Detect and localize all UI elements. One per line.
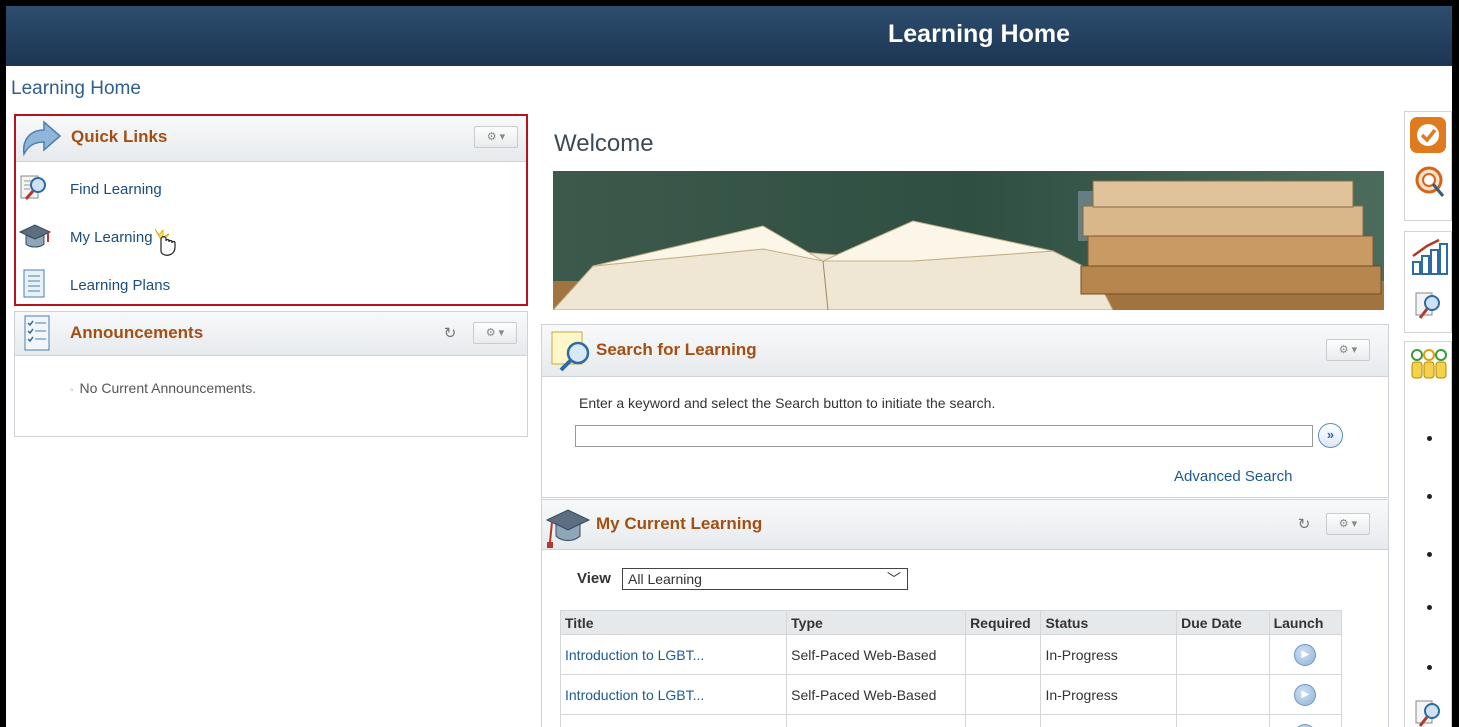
quick-link-label: Learning Plans [70, 276, 171, 294]
search-header: Search for Learning ⚙ ▾ [542, 325, 1388, 377]
view-label: View [577, 570, 611, 587]
rail-bullet[interactable] [1427, 665, 1432, 670]
page-breadcrumb: Learning Home [11, 78, 141, 99]
welcome-banner-image [553, 171, 1384, 310]
table-row: ▶ [559, 714, 1343, 727]
magnifier-page-icon [18, 172, 52, 207]
column-header-type[interactable]: Type [786, 610, 967, 635]
right-side-rail [1404, 111, 1452, 727]
course-required [965, 674, 1042, 715]
column-header-launch: Launch [1268, 610, 1343, 635]
rail-bullet[interactable] [1427, 436, 1432, 441]
welcome-heading: Welcome [554, 130, 654, 157]
current-learning-options-button[interactable]: ⚙ ▾ [1326, 513, 1370, 535]
course-type: Self-Paced Web-Based [786, 634, 967, 675]
refresh-icon[interactable]: ↻ [1296, 515, 1312, 533]
column-header-due-date[interactable]: Due Date [1176, 610, 1270, 635]
bar-chart-icon[interactable] [1411, 236, 1449, 279]
graduation-cap-icon [18, 220, 52, 255]
course-type: Self-Paced Web-Based [786, 674, 967, 715]
advanced-search-link[interactable]: Advanced Search [1174, 468, 1292, 485]
people-group-icon[interactable] [1409, 348, 1449, 385]
announcements-title: Announcements [70, 323, 204, 342]
table-row: Introduction to LGBT... Self-Paced Web-B… [559, 674, 1343, 715]
search-input[interactable] [575, 425, 1313, 447]
course-title-link[interactable]: Introduction to LGBT... [565, 687, 704, 703]
course-status: In-Progress [1040, 634, 1178, 675]
table-row: Introduction to LGBT... Self-Paced Web-B… [559, 634, 1343, 675]
checklist-icon [19, 314, 55, 357]
banner-title: Learning Home [888, 20, 1070, 48]
search-options-button[interactable]: ⚙ ▾ [1326, 339, 1370, 361]
refresh-icon[interactable]: ↻ [442, 324, 458, 342]
my-current-learning-pagelet: My Current Learning ↻ ⚙ ▾ View All Learn… [541, 499, 1389, 727]
column-header-status[interactable]: Status [1040, 610, 1178, 635]
chevron-down-icon: ﹀ [887, 571, 901, 587]
course-status: In-Progress [1040, 674, 1178, 715]
view-select[interactable]: All Learning ﹀ [622, 568, 908, 590]
rail-group-middle [1404, 231, 1452, 333]
launch-play-icon[interactable]: ▶ [1294, 723, 1317, 727]
column-header-title[interactable]: Title [559, 610, 788, 635]
table-header-row: Title Type Required Status Due Date Laun… [559, 610, 1343, 635]
search-magnifier-icon [548, 329, 592, 376]
curved-arrow-icon [18, 118, 62, 161]
search-for-learning-pagelet: Search for Learning ⚙ ▾ Enter a keyword … [541, 324, 1389, 498]
column-header-required[interactable]: Required [965, 610, 1042, 635]
hand-cursor-icon [151, 227, 179, 260]
quick-links-header: Quick Links ⚙ ▾ [16, 116, 526, 162]
quick-link-label: My Learning [70, 228, 153, 246]
magnifier-page-icon[interactable] [1413, 698, 1445, 727]
course-due-date [1176, 634, 1270, 675]
announcements-pagelet: Announcements ↻ ⚙ ▾ ◦ No Current Announce… [14, 311, 528, 437]
rail-bullet[interactable] [1427, 494, 1432, 499]
search-title: Search for Learning [596, 340, 757, 359]
launch-play-icon[interactable]: ▶ [1294, 683, 1317, 706]
rail-bullet[interactable] [1427, 605, 1432, 610]
current-learning-table: Title Type Required Status Due Date Laun… [559, 610, 1343, 727]
double-chevron-right-icon: » [1326, 427, 1335, 442]
search-go-button[interactable]: » [1318, 423, 1343, 448]
announcements-header: Announcements ↻ ⚙ ▾ [15, 312, 527, 356]
target-magnifier-icon[interactable] [1411, 164, 1447, 203]
graduation-cap-icon [544, 502, 592, 553]
current-learning-header: My Current Learning ↻ ⚙ ▾ [542, 500, 1388, 550]
top-banner: Learning Home [6, 6, 1452, 66]
rail-group-bottom [1404, 341, 1452, 727]
course-due-date [1176, 674, 1270, 715]
course-required [965, 634, 1042, 675]
checklist-icon [18, 268, 52, 303]
quick-links-title: Quick Links [71, 127, 168, 146]
quick-link-label: Find Learning [70, 180, 162, 198]
magnifier-page-icon[interactable] [1413, 290, 1445, 325]
search-instructions: Enter a keyword and select the Search bu… [579, 395, 996, 411]
bullet-icon: ◦ [70, 385, 74, 396]
announcements-options-button[interactable]: ⚙ ▾ [473, 322, 517, 344]
rail-group-top [1404, 111, 1452, 221]
announcements-empty: ◦ No Current Announcements. [70, 380, 256, 396]
quick-link-find-learning[interactable]: Find Learning [18, 172, 162, 206]
quick-link-my-learning[interactable]: My Learning [18, 220, 179, 256]
rail-bullet[interactable] [1427, 552, 1432, 557]
launch-play-icon[interactable]: ▶ [1294, 643, 1317, 666]
view-select-value: All Learning [628, 571, 702, 587]
checkmark-badge-icon[interactable] [1409, 116, 1447, 157]
quick-link-learning-plans[interactable]: Learning Plans [18, 268, 170, 302]
quick-links-pagelet: Quick Links ⚙ ▾ Find Learning My Learnin… [14, 114, 528, 306]
announcements-empty-text: No Current Announcements. [79, 380, 257, 396]
course-title-link[interactable]: Introduction to LGBT... [565, 647, 704, 663]
current-learning-title: My Current Learning [596, 514, 763, 533]
quick-links-options-button[interactable]: ⚙ ▾ [474, 126, 518, 148]
learning-home-page: Learning Home Learning Home Quick Links … [6, 6, 1452, 727]
